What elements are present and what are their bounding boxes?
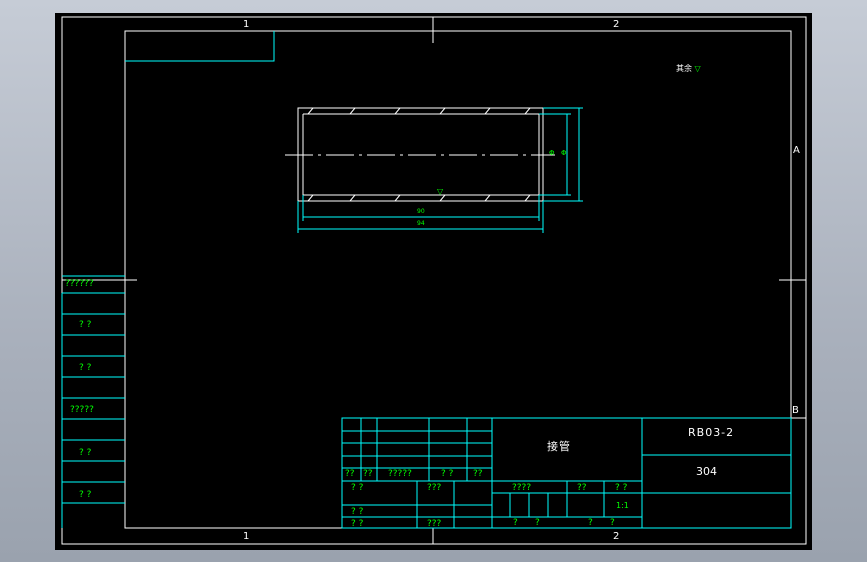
- part-name: 接管: [547, 440, 571, 453]
- dim-diameter-inner: Φ: [549, 149, 555, 157]
- scale-label: ? ?: [615, 483, 628, 493]
- zone-label-b: B: [792, 405, 799, 416]
- inner-frame: [124, 30, 792, 529]
- outer-frame: [61, 16, 807, 545]
- sheet-label-3: ?: [610, 518, 615, 528]
- tube-section: [285, 107, 555, 202]
- zone-label-top-1: 1: [243, 19, 250, 30]
- designer-row-2: ? ?: [351, 519, 364, 529]
- designer-row-1: ? ?: [351, 507, 364, 517]
- zone-label-a: A: [793, 145, 800, 156]
- surface-finish-symbol: ▽: [437, 187, 444, 196]
- left-strip-grid: [61, 275, 125, 528]
- dim-length-inner: 90: [417, 208, 425, 215]
- drawing-sheet: 1 2 1 2 A B 其余 ▽ Φ Φ 90 94 ▽ ?????? ? ? …: [55, 13, 812, 550]
- rev-label-1: ??: [363, 469, 373, 479]
- dim-length-outer: 94: [417, 220, 425, 227]
- left-strip-label-0: ??????: [65, 279, 94, 289]
- stage-label: ????: [512, 483, 532, 493]
- rev-label-2: ?????: [388, 469, 412, 479]
- zone-label-bottom-2: 2: [613, 531, 620, 542]
- drawing-number: RB03-2: [688, 426, 735, 439]
- surface-note: 其余 ▽: [676, 65, 701, 73]
- surface-note-symbol: ▽: [694, 64, 701, 73]
- scale-value: 1:1: [616, 501, 629, 510]
- left-strip-label-2: ? ?: [79, 363, 92, 373]
- dim-diameter-outer: Φ: [561, 149, 567, 157]
- designer-row-0: ? ?: [351, 483, 364, 493]
- weight-label: ??: [577, 483, 587, 493]
- sheet-label-0: ?: [513, 518, 518, 528]
- material: 304: [696, 465, 717, 478]
- zone-label-top-2: 2: [613, 19, 620, 30]
- left-strip-label-4: ? ?: [79, 448, 92, 458]
- sheet-label-1: ?: [535, 518, 540, 528]
- left-strip-label-3: ?????: [70, 405, 94, 415]
- top-left-stamp-box: [125, 31, 275, 62]
- sheet-label-2: ?: [588, 518, 593, 528]
- left-strip-label-5: ? ?: [79, 490, 92, 500]
- rev-label-4: ??: [473, 469, 483, 479]
- rev-label-3: ? ?: [441, 469, 454, 479]
- dimension-lines: [297, 107, 583, 233]
- hatch-bottom: [307, 194, 531, 202]
- rev-label-0: ??: [345, 469, 355, 479]
- hatch-top: [307, 107, 531, 115]
- zone-label-bottom-1: 1: [243, 531, 250, 542]
- surface-note-text: 其余: [676, 64, 692, 73]
- std-label: ???: [427, 483, 442, 493]
- left-strip-label-1: ? ?: [79, 320, 92, 330]
- date-label: ???: [427, 519, 442, 529]
